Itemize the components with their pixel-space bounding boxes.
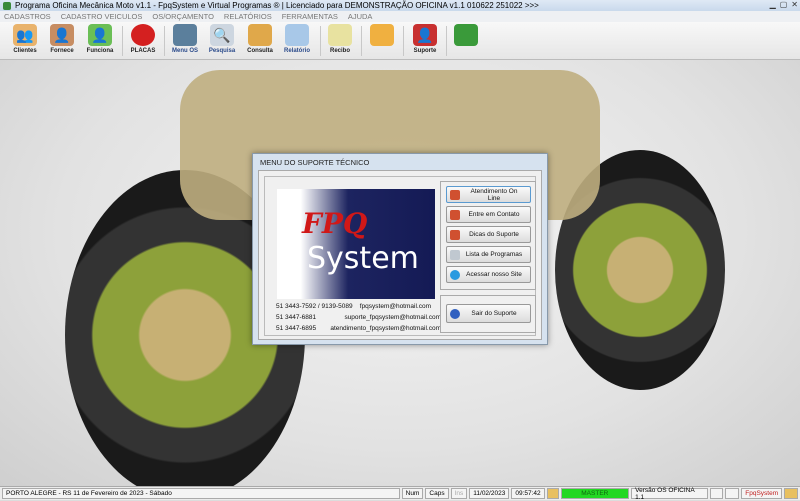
- receipt-icon: [328, 24, 352, 46]
- support-agent-icon: [450, 229, 460, 240]
- menu-bar: CADASTROS CADASTRO VEICULOS OS/ORÇAMENTO…: [0, 11, 800, 22]
- menu-relatorios[interactable]: RELATÓRIOS: [224, 12, 272, 21]
- exit-group: Sair do Suporte: [440, 295, 536, 333]
- close-icon[interactable]: ✕: [791, 0, 798, 9]
- status-time: 09:57:42: [511, 488, 545, 499]
- sair-do-suporte-button[interactable]: Sair do Suporte: [446, 304, 531, 323]
- menu-ferramentas[interactable]: FERRAMENTAS: [282, 12, 338, 21]
- menu-os-orcamento[interactable]: OS/ORÇAMENTO: [152, 12, 214, 21]
- lista-de-programas-button[interactable]: Lista de Programas: [446, 246, 531, 263]
- toolbar-fornece-button[interactable]: 👤 Fornece: [43, 24, 81, 58]
- contact-row: 51 3447-6881 suporte_fpqsystem@hotmail.co…: [276, 314, 441, 321]
- status-brand: FpqSystem: [741, 488, 783, 499]
- window-title: Programa Oficina Mecânica Moto v1.1 - Fp…: [15, 1, 539, 10]
- plates-icon: [131, 24, 155, 46]
- arrow-right-icon: [450, 308, 460, 319]
- toolbar-relatorio-button[interactable]: Relatório: [278, 24, 316, 58]
- status-version: Versão OS OFICINA 1.1: [631, 487, 708, 501]
- exit-icon: [454, 24, 478, 46]
- support-agent-icon: [450, 209, 460, 220]
- toolbar-exit-button[interactable]: [447, 24, 485, 58]
- brand-icon: [784, 488, 798, 499]
- supplier-icon: 👤: [50, 24, 74, 46]
- toolbar-pesquisa-button[interactable]: 🔍 Pesquisa: [203, 24, 241, 58]
- folder-icon: [248, 24, 272, 46]
- menu-ajuda[interactable]: AJUDA: [348, 12, 373, 21]
- status-date: 11/02/2023: [469, 488, 510, 499]
- support-options-group: Atendimento On Line Entre em Contato Dic…: [440, 181, 536, 290]
- maximize-icon[interactable]: ▢: [780, 0, 788, 9]
- contact-row: 51 3447-6895 atendimento_fpqsystem@hotmai…: [276, 325, 441, 332]
- status-num: Num: [401, 488, 424, 499]
- clients-icon: 👥: [13, 24, 37, 46]
- contact-row: 51 3443-7592 / 9139-5089 fpqsystem@hotmai…: [276, 303, 431, 310]
- toolbar-funciona-button[interactable]: 👤 Funciona: [81, 24, 119, 58]
- search-icon: 🔍: [210, 24, 234, 46]
- fpq-system-logo: FPQ System: [277, 189, 435, 299]
- globe-icon: [450, 269, 460, 280]
- clipboard-icon: [173, 24, 197, 46]
- toolbar-calculator-button[interactable]: [363, 24, 401, 58]
- toolbar-consulta-button[interactable]: Consulta: [241, 24, 279, 58]
- toolbar-menu-os-button[interactable]: Menu OS: [166, 24, 204, 58]
- toolbar-clientes-button[interactable]: 👥 Clientes: [6, 24, 44, 58]
- status-location: PORTO ALEGRE - RS 11 de Fevereiro de 202…: [2, 488, 400, 499]
- status-ins: Ins: [450, 488, 468, 499]
- monitor-icon[interactable]: [725, 488, 740, 499]
- list-icon: [450, 249, 460, 260]
- title-bar: Programa Oficina Mecânica Moto v1.1 - Fp…: [0, 0, 800, 11]
- atendimento-online-button[interactable]: Atendimento On Line: [446, 186, 531, 203]
- user-icon: [546, 488, 559, 499]
- network-icon[interactable]: [709, 488, 724, 499]
- toolbar-recibo-button[interactable]: Recibo: [321, 24, 359, 58]
- support-icon: 👤: [413, 24, 437, 46]
- toolbar: 👥 Clientes 👤 Fornece 👤 Funciona PLACAS Menu…: [0, 22, 800, 60]
- menu-cadastro-veiculos[interactable]: CADASTRO VEICULOS: [61, 12, 143, 21]
- dialog-title: MENU DO SUPORTE TÉCNICO: [260, 158, 370, 167]
- acessar-site-button[interactable]: Acessar nosso Site: [446, 266, 531, 283]
- entre-em-contato-button[interactable]: Entre em Contato: [446, 206, 531, 223]
- menu-cadastros[interactable]: CADASTROS: [4, 12, 51, 21]
- support-menu-dialog: MENU DO SUPORTE TÉCNICO FPQ System 51 34…: [252, 153, 548, 345]
- status-bar: PORTO ALEGRE - RS 11 de Fevereiro de 202…: [0, 486, 800, 501]
- toolbar-placas-button[interactable]: PLACAS: [124, 24, 162, 58]
- status-user: MASTER: [560, 488, 630, 499]
- support-agent-icon: [450, 189, 460, 200]
- printer-icon: [285, 24, 309, 46]
- status-caps: Caps: [425, 488, 449, 499]
- toolbar-suporte-button[interactable]: 👤 Suporte: [406, 24, 444, 58]
- employee-icon: 👤: [88, 24, 112, 46]
- minimize-icon[interactable]: ▁: [770, 0, 776, 9]
- calculator-icon: [370, 24, 394, 46]
- app-icon: [3, 1, 11, 10]
- dicas-do-suporte-button[interactable]: Dicas do Suporte: [446, 226, 531, 243]
